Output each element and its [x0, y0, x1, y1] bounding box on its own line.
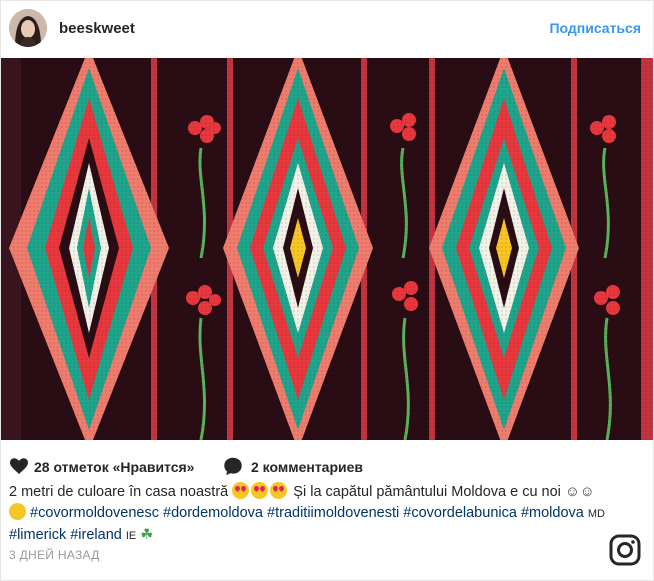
- heart-icon[interactable]: [10, 458, 28, 475]
- username[interactable]: beeskweet: [59, 20, 135, 37]
- smile-emoji: ☺☺: [564, 484, 595, 500]
- carpet-image: [1, 58, 653, 440]
- post-timestamp[interactable]: 3 ДНЕЙ НАЗАД: [9, 548, 100, 562]
- clover-icon: ☘: [140, 527, 154, 543]
- post-caption: 2 metri de culoare în casa noastră Și la…: [9, 482, 609, 547]
- heart-eyes-emoji-icon: [270, 482, 288, 499]
- likes-count[interactable]: 28 отметок «Нравится»: [34, 459, 194, 475]
- hashtag-link[interactable]: #limerick: [9, 527, 66, 543]
- comments-count[interactable]: 2 комментариев: [251, 459, 363, 475]
- hashtag-link[interactable]: #ireland: [70, 527, 122, 543]
- hashtag-link[interactable]: #covordelabunica: [403, 505, 517, 521]
- post-card: beeskweet Подписаться 28 отметок «Нравит…: [0, 0, 654, 581]
- heart-eyes-emoji-icon: [232, 482, 250, 499]
- follow-button[interactable]: Подписаться: [549, 20, 641, 36]
- hashtag-link[interactable]: #covormoldovenesc: [30, 505, 159, 521]
- hashtag-link[interactable]: #traditiimoldovenesti: [267, 505, 399, 521]
- post-photo[interactable]: [1, 58, 653, 440]
- avatar[interactable]: [9, 9, 47, 47]
- caption-text: Și la capătul pământului Moldova e cu no…: [293, 484, 561, 500]
- comment-icon[interactable]: [223, 457, 243, 476]
- flag-ie: IE: [125, 530, 137, 542]
- caption-text: 2 metri de culoare în casa noastră: [9, 484, 229, 500]
- smiling-face-emoji-icon: [9, 503, 26, 520]
- post-actions: 28 отметок «Нравится» 2 комментариев: [1, 456, 653, 478]
- post-header: beeskweet Подписаться: [1, 1, 653, 57]
- instagram-icon[interactable]: [609, 534, 641, 566]
- hashtag-link[interactable]: #dordemoldova: [163, 505, 263, 521]
- heart-eyes-emoji-icon: [251, 482, 269, 499]
- flag-md: MD: [587, 508, 605, 520]
- hashtag-link[interactable]: #moldova: [521, 505, 584, 521]
